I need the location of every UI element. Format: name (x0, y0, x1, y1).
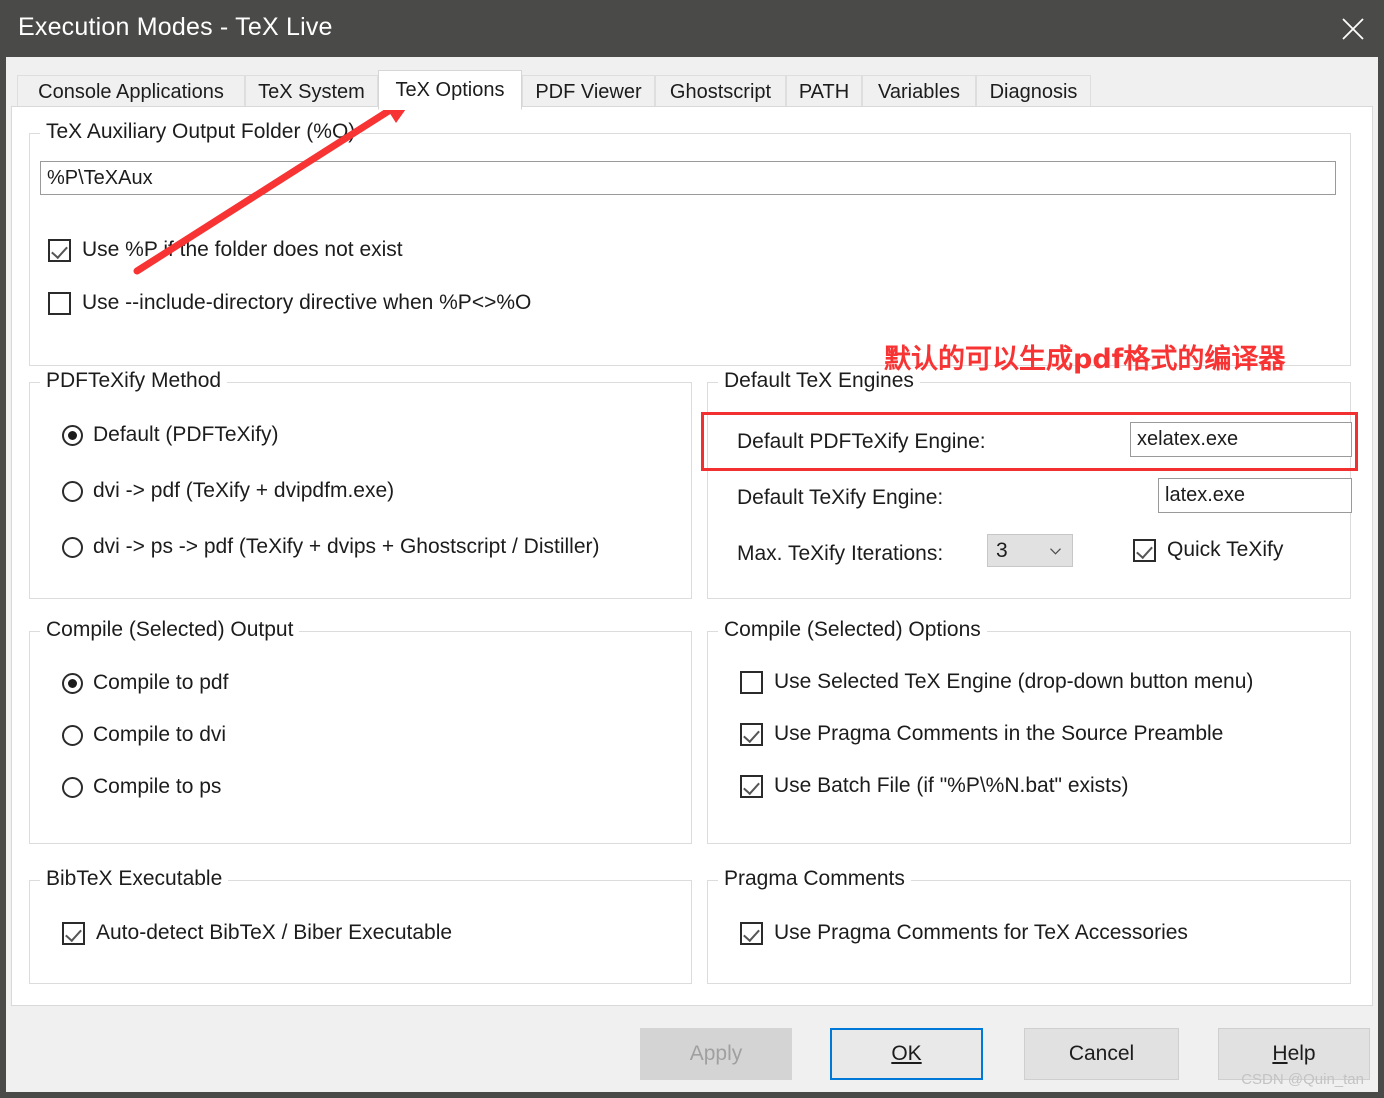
button-label: Help (1272, 1042, 1316, 1065)
radio-pdftexify-dvi-to-pdf[interactable]: dvi -> pdf (TeXify + dvipdfm.exe) (62, 479, 394, 503)
radio-box (62, 776, 83, 798)
radio-box (62, 480, 83, 502)
cancel-button[interactable]: Cancel (1024, 1028, 1179, 1080)
radio-pdftexify-default[interactable]: Default (PDFTeXify) (62, 423, 279, 447)
help-mnemonic: H (1272, 1042, 1288, 1065)
checkbox-use-p-if-folder-missing[interactable]: Use %P if the folder does not exist (48, 238, 403, 262)
tab-label: TeX Options (395, 78, 505, 101)
radio-label: dvi -> ps -> pdf (TeXify + dvips + Ghost… (93, 535, 600, 558)
radio-box (62, 724, 83, 746)
group-pragma-comments: Pragma Comments Use Pragma Comments for … (707, 867, 1351, 984)
dialog-client-area: Console Applications TeX System TeX Opti… (6, 57, 1378, 1092)
tab-label: Variables (878, 81, 960, 103)
group-default-tex-engines: Default TeX Engines Default PDFTeXify En… (707, 369, 1352, 599)
watermark: CSDN @Quin_tan (1241, 1071, 1364, 1088)
checkbox-box (62, 921, 85, 945)
label-default-texify-engine: Default TeXify Engine: (737, 486, 944, 509)
close-glyph (1342, 18, 1364, 40)
tab-panel-tex-options: TeX Auxiliary Output Folder (%O) Use %P … (11, 106, 1373, 1006)
tab-variables[interactable]: Variables (862, 75, 976, 109)
annotation-chinese-note: 默认的可以生成pdf格式的编译器 (884, 344, 1286, 375)
radio-box (62, 672, 83, 694)
checkbox-label: Use Batch File (if "%P\%N.bat" exists) (774, 774, 1129, 797)
checkbox-auto-detect-bibtex[interactable]: Auto-detect BibTeX / Biber Executable (62, 921, 452, 945)
checkbox-use-include-directory[interactable]: Use --include-directory directive when %… (48, 291, 531, 315)
checkbox-box (48, 238, 71, 262)
radio-pdftexify-dvi-ps-pdf[interactable]: dvi -> ps -> pdf (TeXify + dvips + Ghost… (62, 535, 600, 559)
checkbox-box (740, 670, 763, 694)
checkbox-label: Auto-detect BibTeX / Biber Executable (96, 921, 453, 944)
checkbox-label: Use Selected TeX Engine (drop-down butto… (774, 670, 1254, 693)
checkbox-label: Use Pragma Comments in the Source Preamb… (774, 722, 1224, 745)
checkbox-label: Use --include-directory directive when %… (82, 291, 532, 314)
group-title-aux-folder: TeX Auxiliary Output Folder (%O) (40, 120, 362, 144)
radio-label: Compile to pdf (93, 671, 229, 694)
radio-label: dvi -> pdf (TeXify + dvipdfm.exe) (93, 479, 395, 502)
chevron-down-icon (1050, 547, 1061, 555)
title-bar: Execution Modes - TeX Live (0, 0, 1384, 57)
checkbox-use-pragma-comments-accessories[interactable]: Use Pragma Comments for TeX Accessories (740, 921, 1188, 945)
group-title-compile-options: Compile (Selected) Options (718, 618, 987, 642)
aux-folder-path-input[interactable] (40, 161, 1336, 195)
checkbox-use-pragma-comments-preamble[interactable]: Use Pragma Comments in the Source Preamb… (740, 722, 1223, 746)
radio-compile-to-ps[interactable]: Compile to ps (62, 775, 221, 799)
tab-ghostscript[interactable]: Ghostscript (655, 75, 786, 109)
checkbox-box (48, 291, 71, 315)
dialog-window: Execution Modes - TeX Live Console Appli… (0, 0, 1384, 1098)
tab-label: Diagnosis (989, 81, 1078, 103)
checkbox-box (1133, 538, 1156, 562)
tab-pdf-viewer[interactable]: PDF Viewer (522, 75, 655, 109)
radio-box (62, 424, 83, 446)
label-max-texify-iterations: Max. TeXify Iterations: (737, 542, 944, 565)
apply-button[interactable]: Apply (640, 1028, 792, 1080)
group-title-pdftexify-method: PDFTeXify Method (40, 369, 228, 393)
group-compile-selected-output: Compile (Selected) Output Compile to pdf… (29, 618, 692, 844)
tab-path[interactable]: PATH (786, 75, 862, 109)
label-default-pdftexify-engine: Default PDFTeXify Engine: (737, 430, 986, 453)
tab-label: PATH (798, 81, 850, 103)
radio-box (62, 536, 83, 558)
tab-label: PDF Viewer (535, 81, 642, 103)
tab-diagnosis[interactable]: Diagnosis (976, 75, 1091, 109)
radio-label: Compile to ps (93, 775, 222, 798)
checkbox-use-selected-tex-engine[interactable]: Use Selected TeX Engine (drop-down butto… (740, 670, 1253, 694)
window-title: Execution Modes - TeX Live (18, 13, 333, 41)
tab-console-applications[interactable]: Console Applications (17, 75, 245, 109)
tab-tex-system[interactable]: TeX System (245, 75, 378, 109)
group-tex-auxiliary-output-folder: TeX Auxiliary Output Folder (%O) Use %P … (29, 120, 1351, 366)
max-texify-iterations-dropdown[interactable]: 3 (987, 534, 1073, 567)
button-label: Cancel (1068, 1042, 1135, 1065)
checkbox-use-batch-file[interactable]: Use Batch File (if "%P\%N.bat" exists) (740, 774, 1129, 798)
dropdown-selected-value: 3 (996, 538, 1008, 562)
group-title-bibtex-executable: BibTeX Executable (40, 867, 229, 891)
group-pdftexify-method: PDFTeXify Method Default (PDFTeXify) dvi… (29, 369, 692, 599)
checkbox-label: Quick TeXify (1167, 538, 1284, 561)
checkbox-box (740, 722, 763, 746)
button-label: OK (891, 1042, 922, 1065)
checkbox-quick-texify[interactable]: Quick TeXify (1133, 538, 1283, 562)
group-bibtex-executable: BibTeX Executable Auto-detect BibTeX / B… (29, 867, 692, 984)
checkbox-box (740, 774, 763, 798)
checkbox-box (740, 921, 763, 945)
tab-tex-options[interactable]: TeX Options (378, 70, 522, 110)
radio-compile-to-pdf[interactable]: Compile to pdf (62, 671, 228, 695)
tab-strip: Console Applications TeX System TeX Opti… (11, 67, 1373, 110)
tab-label: TeX System (258, 81, 365, 103)
group-title-compile-output: Compile (Selected) Output (40, 618, 300, 642)
tab-label: Ghostscript (669, 81, 772, 103)
checkbox-label: Use %P if the folder does not exist (82, 238, 403, 261)
group-compile-selected-options: Compile (Selected) Options Use Selected … (707, 618, 1351, 844)
button-label: Apply (689, 1042, 743, 1065)
group-title-pragma-comments: Pragma Comments (718, 867, 911, 891)
checkbox-label: Use Pragma Comments for TeX Accessories (774, 921, 1188, 944)
default-pdftexify-engine-input[interactable] (1130, 422, 1352, 457)
ok-button[interactable]: OK (830, 1028, 983, 1080)
default-texify-engine-input[interactable] (1158, 478, 1352, 513)
radio-compile-to-dvi[interactable]: Compile to dvi (62, 723, 226, 747)
radio-label: Compile to dvi (93, 723, 227, 746)
close-icon[interactable] (1322, 0, 1384, 57)
tab-label: Console Applications (38, 81, 224, 103)
radio-label: Default (PDFTeXify) (93, 423, 279, 446)
